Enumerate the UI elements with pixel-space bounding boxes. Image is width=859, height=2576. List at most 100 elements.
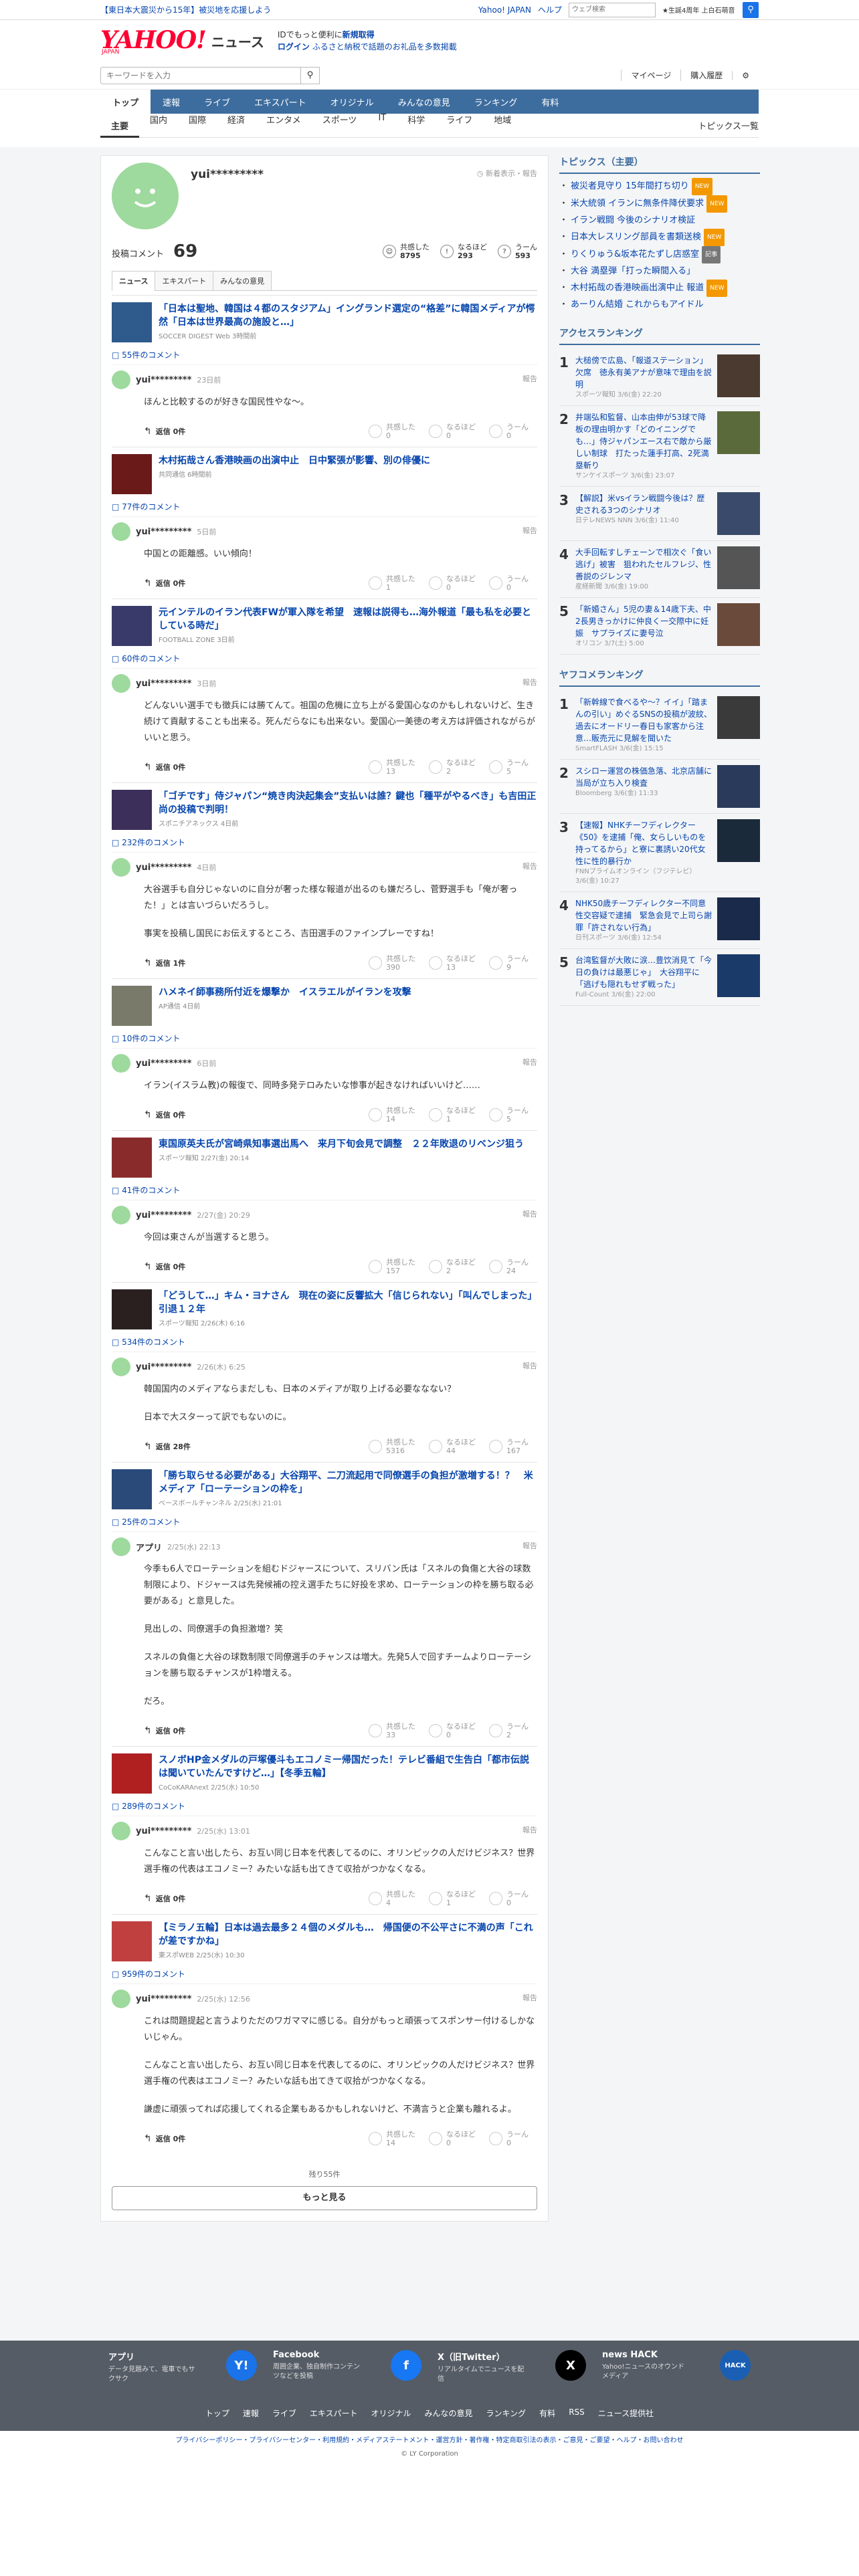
ranking-title[interactable]: 大槌傍で広島、「報道ステーション」欠席 徳永有美アナが意味で理由を説明 bbox=[575, 354, 712, 391]
comment-count[interactable]: 959件のコメント bbox=[122, 1969, 185, 1979]
uun-button[interactable]: うーん 0 bbox=[489, 423, 537, 440]
gnav-top[interactable]: トップ bbox=[100, 90, 151, 114]
comment-count-link[interactable]: □ 77件のコメント bbox=[112, 501, 537, 512]
ranking-thumbnail[interactable] bbox=[717, 411, 760, 454]
article-item[interactable]: 木村拓哉さん香港映画の出演中止 日中緊張が影響、別の俳優に 共同通信 6時間前 bbox=[112, 454, 537, 494]
naruhodo-button[interactable]: なるほど 44 bbox=[429, 1438, 477, 1455]
ranking-item[interactable]: 2 井端弘和監督、山本由伸が53球で降板の理由明かす「どのイニングでも…」侍ジャパ… bbox=[559, 406, 760, 487]
article-item[interactable]: 「ゴチです」侍ジャパン“焼き肉決起集会”支払いは誰？鍵也「種平がやるべき」も吉田… bbox=[112, 790, 537, 830]
comment-username[interactable]: yui********* bbox=[136, 1210, 191, 1220]
footer-social-item[interactable]: news HACK Yahoo!ニュースのオウンドメディア HACK bbox=[594, 2347, 759, 2394]
article-title[interactable]: 「ゴチです」侍ジャパン“焼き肉決起集会”支払いは誰？鍵也「種平がやるべき」も吉田… bbox=[159, 790, 537, 817]
ranking-title[interactable]: NHK50歳チーフディレクター不同意性交容疑で逮捕 緊急会見で上司ら謝罪「許され… bbox=[575, 897, 712, 934]
footer-nav-item[interactable]: 有料 bbox=[539, 2407, 555, 2419]
topic-item[interactable]: 被災者見守り 15年間打ち切りNEW bbox=[559, 178, 760, 195]
topic-title[interactable]: イラン戦闘 今後のシナリオ検証 bbox=[571, 213, 695, 229]
help-link[interactable]: ヘルプ bbox=[538, 4, 562, 15]
ranking-thumbnail[interactable] bbox=[717, 546, 760, 589]
topic-item[interactable]: あーりん結婚 これからもアイドル bbox=[559, 297, 760, 313]
ranking-thumbnail[interactable] bbox=[717, 954, 760, 997]
tab-expert[interactable]: エキスパート bbox=[155, 271, 214, 290]
app-icon[interactable]: Y! bbox=[226, 2350, 257, 2381]
comment-count[interactable]: 10件のコメント bbox=[122, 1034, 180, 1043]
comment-count-link[interactable]: □ 55件のコメント bbox=[112, 349, 537, 360]
ranking-title[interactable]: 【解説】米vsイラン戦闘今後は？歴史される3つのシナリオ bbox=[575, 492, 712, 516]
footer-nav-item[interactable]: 速報 bbox=[243, 2407, 259, 2419]
report-link[interactable]: 報告 bbox=[522, 1824, 537, 1835]
cat-economy[interactable]: 経済 bbox=[217, 113, 256, 138]
comment-username[interactable]: yui********* bbox=[136, 375, 191, 385]
cat-domestic[interactable]: 国内 bbox=[139, 113, 178, 138]
agree-button[interactable]: 共感した 14 bbox=[369, 2130, 417, 2147]
comment-count[interactable]: 534件のコメント bbox=[122, 1337, 185, 1347]
article-thumbnail[interactable] bbox=[112, 1753, 152, 1794]
topic-item[interactable]: 木村拓哉の香港映画出演中止 報道NEW bbox=[559, 280, 760, 297]
reply-button[interactable]: ↰ 返信 28件 bbox=[144, 1441, 191, 1452]
comment-count-link[interactable]: □ 289件のコメント bbox=[112, 1800, 537, 1812]
comment-username[interactable]: yui********* bbox=[136, 1059, 191, 1069]
topic-title[interactable]: 米大統領 イランに無条件降伏要求 bbox=[571, 196, 704, 212]
uun-button[interactable]: うーん 0 bbox=[489, 2130, 537, 2147]
article-item[interactable]: 「日本は聖地、韓国は４都のスタジアム」イングランド選定の“格差”に韓国メディアが… bbox=[112, 302, 537, 342]
comment-count-link[interactable]: □ 232件のコメント bbox=[112, 837, 537, 848]
gear-icon[interactable]: ⚙ bbox=[732, 70, 759, 80]
tab-news[interactable]: ニュース bbox=[112, 271, 156, 291]
comment-count-link[interactable]: □ 959件のコメント bbox=[112, 1968, 537, 1979]
naruhodo-button[interactable]: なるほど 1 bbox=[429, 1106, 477, 1123]
login-link[interactable]: ログイン bbox=[278, 42, 310, 51]
gnav-breaking[interactable]: 速報 bbox=[151, 90, 192, 114]
legal-links[interactable]: プライバシーポリシー・プライバシーセンター・利用規約・メディアステートメント・運… bbox=[0, 2434, 859, 2448]
naruhodo-button[interactable]: なるほど 2 bbox=[429, 1258, 477, 1275]
naruhodo-button[interactable]: なるほど 0 bbox=[429, 1722, 477, 1739]
purchase-history-link[interactable]: 購入履歴 bbox=[680, 70, 732, 81]
article-thumbnail[interactable] bbox=[112, 1138, 152, 1178]
ranking-thumbnail[interactable] bbox=[717, 897, 760, 940]
footer-nav-item[interactable]: ランキング bbox=[486, 2407, 527, 2419]
footer-nav-item[interactable]: トップ bbox=[205, 2407, 229, 2419]
topic-title[interactable]: 木村拓哉の香港映画出演中止 報道 bbox=[571, 280, 704, 296]
ranking-item[interactable]: 4 NHK50歳チーフディレクター不同意性交容疑で逮捕 緊急会見で上司ら謝罪「許さ… bbox=[559, 892, 760, 949]
ranking-item[interactable]: 5 台湾監督が大敗に涙…豊饮消見て「今日の負けは最悪じゃ」 大谷翔平に「逃げも隠れ… bbox=[559, 949, 760, 1006]
cat-local[interactable]: 地域 bbox=[483, 113, 522, 138]
furusato-link[interactable]: ふるさと納税で話題のお礼品を多数掲載 bbox=[312, 42, 457, 51]
web-search-input[interactable] bbox=[569, 2, 656, 17]
ranking-title[interactable]: 井端弘和監督、山本由伸が53球で降板の理由明かす「どのイニングでも…」侍ジャパン… bbox=[575, 411, 712, 471]
uun-button[interactable]: うーん 5 bbox=[489, 758, 537, 776]
ranking-item[interactable]: 1 「新幹線で食べるや〜？イイ」「踏まんの引い」めぐるSNSの投稿が波紋、過去にオ… bbox=[559, 691, 760, 760]
article-title[interactable]: スノボHP金メダルの戸塚優斗もエコノミー帰国だった！テレビ番組で生告白「都市伝説… bbox=[159, 1753, 537, 1780]
article-title[interactable]: 元インテルのイラン代表FWが軍入隊を希望 速報は説得も…海外報道「最も私を必要と… bbox=[159, 606, 537, 633]
article-title[interactable]: 「勝ち取らせる必要がある」大谷翔平、二刀流起用で同僚選手の負担が激増する！？ 米… bbox=[159, 1469, 537, 1496]
comment-username[interactable]: yui********* bbox=[136, 679, 191, 689]
naruhodo-button[interactable]: なるほど 0 bbox=[429, 574, 477, 592]
agree-button[interactable]: 共感した 390 bbox=[369, 954, 417, 972]
report-link[interactable]: 報告 bbox=[522, 1057, 537, 1067]
tab-opinion[interactable]: みんなの意見 bbox=[213, 271, 272, 290]
ranking-item[interactable]: 1 大槌傍で広島、「報道ステーション」欠席 徳永有美アナが意味で理由を説明 スポーツ… bbox=[559, 349, 760, 406]
article-thumbnail[interactable] bbox=[112, 1921, 152, 1961]
comment-count-link[interactable]: □ 60件のコメント bbox=[112, 653, 537, 664]
agree-button[interactable]: 共感した 5316 bbox=[369, 1438, 417, 1455]
reply-button[interactable]: ↰ 返信 0件 bbox=[144, 1261, 185, 1272]
naruhodo-button[interactable]: なるほど 1 bbox=[429, 1890, 477, 1907]
gnav-opinion[interactable]: みんなの意見 bbox=[386, 90, 462, 114]
agree-button[interactable]: 共感した 13 bbox=[369, 758, 417, 776]
uun-button[interactable]: うーん 0 bbox=[489, 1890, 537, 1907]
ranking-title[interactable]: 「新幹線で食べるや〜？イイ」「踏まんの引い」めぐるSNSの投稿が波紋、過去にオー… bbox=[575, 696, 712, 744]
article-title[interactable]: 東国原英夫氏が宮崎県知事選出馬へ 来月下旬会見で調整 ２２年敗退のリベンジ狙う bbox=[159, 1138, 524, 1151]
article-item[interactable]: 「勝ち取らせる必要がある」大谷翔平、二刀流起用で同僚選手の負担が激増する！？ 米… bbox=[112, 1469, 537, 1509]
footer-nav-item[interactable]: みんなの意見 bbox=[425, 2407, 473, 2419]
agree-button[interactable]: 共感した 1 bbox=[369, 574, 417, 592]
gnav-expert[interactable]: エキスパート bbox=[242, 90, 318, 114]
facebook-icon[interactable]: f bbox=[391, 2350, 421, 2381]
topic-item[interactable]: 日本大レスリング部員を書類送検NEW bbox=[559, 229, 760, 246]
ranking-thumbnail[interactable] bbox=[717, 696, 760, 739]
ranking-item[interactable]: 3 【解説】米vsイラン戦闘今後は？歴史される3つのシナリオ 日テレNEWS NNN… bbox=[559, 487, 760, 541]
article-title[interactable]: 【ミラノ五輪】日本は過去最多２４個のメダルも… 帰国便の不公平さに不満の声「これ… bbox=[159, 1921, 537, 1948]
footer-nav-item[interactable]: ニュース提供社 bbox=[598, 2407, 654, 2419]
topic-title[interactable]: 大谷 満塁弾「打った瞬間入る」 bbox=[571, 263, 695, 280]
naruhodo-button[interactable]: なるほど 0 bbox=[429, 423, 477, 440]
article-thumbnail[interactable] bbox=[112, 454, 152, 494]
ranking-title[interactable]: 台湾監督が大敗に涙…豊饮消見て「今日の負けは最悪じゃ」 大谷翔平に「逃げも隠れも… bbox=[575, 954, 712, 990]
cat-sports[interactable]: スポーツ bbox=[312, 113, 368, 138]
uun-button[interactable]: うーん 0 bbox=[489, 574, 537, 592]
